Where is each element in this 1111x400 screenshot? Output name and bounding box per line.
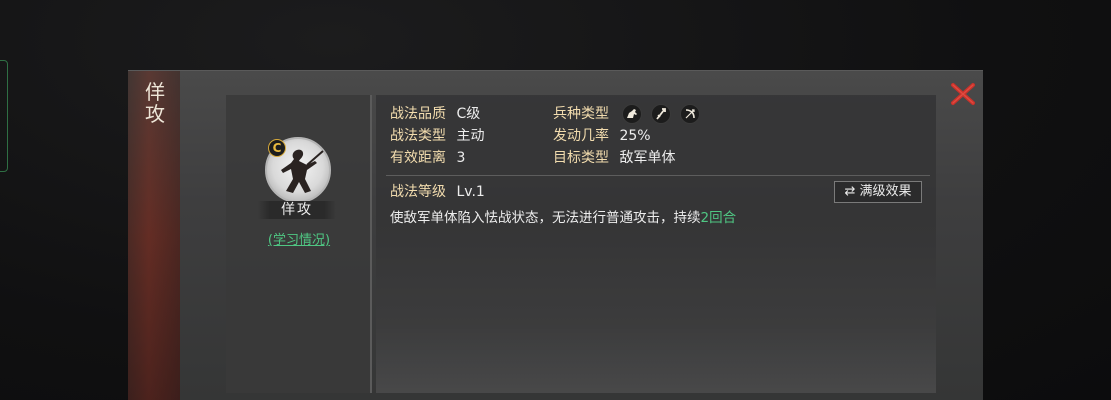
- cavalry-icon[interactable]: [622, 104, 642, 124]
- max-level-effect-label: 满级效果: [859, 184, 912, 199]
- level-row: 战法等级 Lv.1: [390, 183, 485, 201]
- quality-row: 战法品质 C级: [390, 105, 480, 123]
- close-icon: [951, 83, 975, 105]
- target-label: 目标类型: [553, 150, 609, 166]
- close-button[interactable]: [948, 79, 978, 109]
- description-text: 使敌军单体陷入怯战状态，无法进行普通攻击，持续: [390, 210, 701, 226]
- range-label: 有效距离: [390, 150, 446, 166]
- range-row: 有效距离 3: [390, 149, 465, 167]
- max-level-effect-button[interactable]: ⇄ 满级效果: [834, 181, 922, 203]
- skill-grade-badge: C: [268, 139, 286, 157]
- description-duration: 2回合: [700, 210, 737, 226]
- side-tab-edge[interactable]: [0, 60, 8, 172]
- rate-value: 25%: [619, 128, 651, 144]
- troop-label: 兵种类型: [553, 106, 609, 122]
- skill-name-plate: 佯攻: [258, 201, 336, 219]
- skill-portrait-card: C 佯攻 (学习情况): [226, 95, 372, 393]
- target-row: 目标类型 敌军单体: [553, 149, 675, 167]
- quality-label: 战法品质: [390, 106, 446, 122]
- skill-info-card: 战法品质 C级 战法类型 主动 有效距离 3 兵种类型 发动几率 25% 目标类…: [376, 95, 936, 393]
- section-divider: [386, 175, 930, 176]
- troop-row: 兵种类型: [553, 105, 609, 123]
- spear-icon[interactable]: [651, 104, 671, 124]
- skill-description: 使敌军单体陷入怯战状态，无法进行普通攻击，持续2回合: [390, 206, 736, 226]
- level-value: Lv.1: [456, 184, 485, 200]
- rate-label: 发动几率: [553, 128, 609, 144]
- level-label: 战法等级: [390, 184, 446, 200]
- type-row: 战法类型 主动: [390, 127, 484, 145]
- range-value: 3: [456, 150, 466, 166]
- skill-detail-panel: 佯攻 C 佯攻 (学习情况) 战法品质 C级 战法类型 主动 有效距离 3 兵种…: [128, 70, 983, 400]
- quality-value: C级: [456, 106, 481, 122]
- rate-row: 发动几率 25%: [553, 127, 651, 145]
- swap-icon: ⇄: [844, 184, 856, 199]
- type-label: 战法类型: [390, 128, 446, 144]
- learn-status-link[interactable]: (学习情况): [226, 229, 372, 248]
- bow-icon[interactable]: [680, 104, 700, 124]
- type-value: 主动: [456, 128, 485, 144]
- target-value: 敌军单体: [619, 150, 676, 166]
- ribbon-title: 佯攻: [145, 80, 165, 126]
- title-ribbon: 佯攻: [128, 71, 180, 400]
